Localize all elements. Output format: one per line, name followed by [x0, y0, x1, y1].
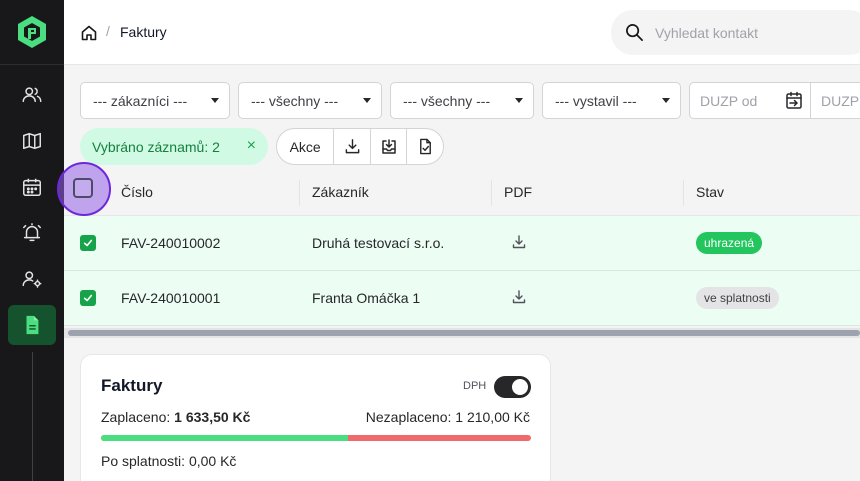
selected-count-label: Vybráno záznamů: 2	[92, 138, 220, 155]
breadcrumb-current: Faktury	[120, 24, 167, 40]
invoice-summary-card: Faktury DPH Zaplaceno: 1 633,50 Kč Nezap…	[80, 354, 551, 481]
sidebar-item-user-settings[interactable]	[8, 259, 56, 299]
download-button[interactable]	[333, 129, 370, 164]
status-badge: ve splatnosti	[696, 287, 779, 309]
actions-menu-button[interactable]: Akce	[277, 129, 333, 164]
card-title: Faktury	[101, 376, 163, 395]
duzp-to-placeholder: DUZP	[821, 92, 860, 109]
invoice-customer: Franta Omáčka 1	[312, 290, 421, 306]
breadcrumb-separator: /	[106, 23, 110, 39]
table-row[interactable]: FAV-240010001 Franta Omáčka 1 ve splatno…	[64, 271, 860, 326]
download-icon	[345, 139, 359, 154]
checkmark-icon	[83, 239, 93, 247]
app-logo[interactable]	[16, 15, 48, 49]
document-check-icon	[419, 138, 431, 155]
select-all-highlight	[57, 162, 111, 216]
column-divider	[683, 180, 684, 206]
row-checkbox[interactable]	[80, 235, 96, 251]
date-range-icon	[786, 91, 802, 109]
contact-search	[611, 10, 860, 55]
search-icon	[625, 23, 644, 42]
chevron-down-icon	[363, 98, 371, 103]
second-filter[interactable]: --- všechny ---	[238, 82, 382, 119]
payment-progress-fill	[101, 435, 348, 441]
column-divider	[491, 180, 492, 206]
paid-value: 1 633,50 Kč	[174, 409, 251, 425]
checkmark-icon	[83, 294, 93, 302]
duzp-to-input[interactable]: DUZP	[810, 82, 860, 119]
second-filter-value: --- všechny ---	[251, 92, 339, 109]
invoice-table: Číslo Zákazník PDF Stav FAV-240010002 Dr…	[57, 162, 860, 340]
column-header-number[interactable]: Číslo	[121, 184, 153, 200]
third-filter-value: --- všechny ---	[403, 92, 491, 109]
scrollbar-thumb[interactable]	[68, 330, 860, 336]
customers-filter[interactable]: --- zákazníci ---	[80, 82, 230, 119]
search-input[interactable]	[655, 18, 855, 47]
document-icon	[26, 315, 39, 335]
vat-toggle[interactable]	[494, 376, 531, 398]
duzp-from-input[interactable]: DUZP od	[689, 82, 778, 119]
issued-by-filter[interactable]: --- vystavil ---	[542, 82, 681, 119]
bulk-actions: Akce	[276, 128, 444, 165]
table-header: Číslo Zákazník PDF Stav	[57, 162, 860, 216]
export-button[interactable]	[369, 129, 407, 164]
table-row[interactable]: FAV-240010002 Druhá testovací s.r.o. uhr…	[64, 216, 860, 271]
app-root: / Faktury --- zákazníci --- --- všechny …	[0, 0, 860, 481]
alarm-bell-icon	[23, 223, 41, 242]
tray-download-icon	[381, 138, 396, 154]
issued-by-filter-value: --- vystavil ---	[555, 92, 637, 109]
column-divider	[299, 180, 300, 206]
pdf-download-icon[interactable]	[511, 289, 527, 305]
vat-toggle-label: DPH	[463, 380, 487, 392]
sidebar-item-alarms[interactable]	[8, 213, 56, 253]
date-range-swap-button[interactable]	[777, 82, 811, 119]
sidebar-item-contacts[interactable]	[8, 75, 56, 115]
select-all-checkbox[interactable]	[73, 178, 93, 198]
duzp-from-placeholder: DUZP od	[700, 92, 758, 109]
column-header-pdf[interactable]: PDF	[504, 184, 532, 200]
selected-count-badge: Vybráno záznamů: 2 ×	[80, 128, 268, 165]
invoice-customer: Druhá testovací s.r.o.	[312, 235, 445, 251]
calendar-icon	[23, 178, 41, 196]
chevron-down-icon	[662, 98, 670, 103]
pdf-download-icon[interactable]	[511, 234, 527, 250]
sidebar-item-invoices[interactable]	[8, 305, 56, 345]
customers-filter-value: --- zákazníci ---	[93, 92, 188, 109]
sidebar-item-map[interactable]	[8, 121, 56, 161]
toggle-knob	[512, 379, 528, 395]
invoice-number[interactable]: FAV-240010001	[121, 290, 220, 306]
column-header-status[interactable]: Stav	[696, 184, 724, 200]
top-bar: / Faktury	[64, 0, 860, 65]
payment-progress-bar	[101, 435, 531, 441]
paid-label: Zaplaceno:	[101, 409, 171, 425]
status-badge: uhrazená	[696, 232, 763, 254]
chevron-down-icon	[211, 98, 219, 103]
sidebar-scroll-line	[32, 352, 33, 481]
user-settings-icon	[22, 271, 42, 288]
sidebar-item-calendar[interactable]	[8, 167, 56, 207]
sidebar	[0, 0, 64, 481]
chevron-down-icon	[515, 98, 523, 103]
row-checkbox[interactable]	[80, 290, 96, 306]
third-filter[interactable]: --- všechny ---	[390, 82, 534, 119]
column-header-customer[interactable]: Zákazník	[312, 184, 369, 200]
unpaid-amount: Nezaplaceno: 1 210,00 Kč	[365, 409, 530, 425]
sidebar-divider	[0, 64, 64, 65]
clear-selection-button[interactable]: ×	[247, 138, 256, 154]
map-icon	[23, 132, 41, 150]
horizontal-scrollbar[interactable]	[64, 328, 860, 338]
invoice-number[interactable]: FAV-240010002	[121, 235, 220, 251]
paid-amount: Zaplaceno: 1 633,50 Kč	[101, 409, 250, 425]
home-icon[interactable]	[80, 24, 98, 42]
overdue-amount: Po splatnosti: 0,00 Kč	[101, 453, 237, 469]
mark-paid-button[interactable]	[406, 129, 443, 164]
users-icon	[22, 87, 42, 103]
